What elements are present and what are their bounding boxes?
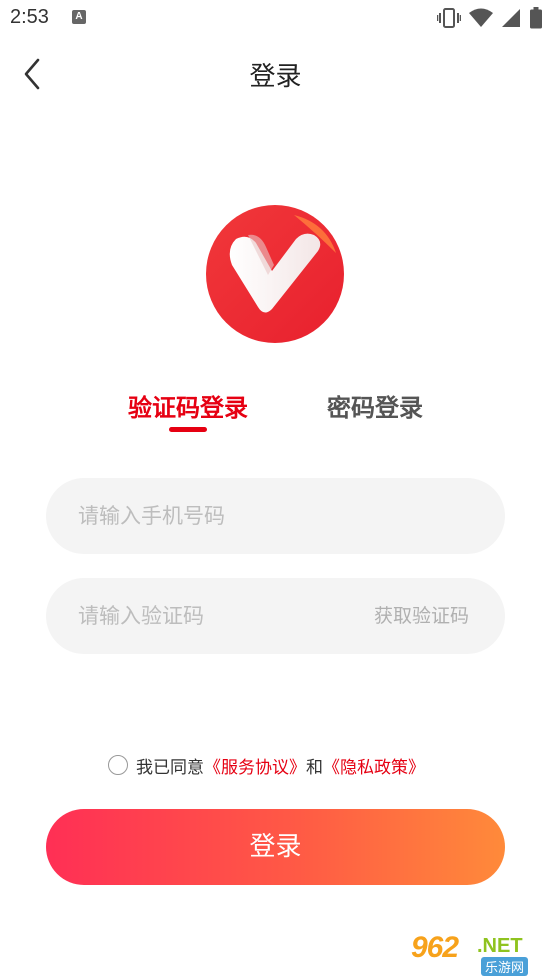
notification-icon: A: [72, 10, 86, 24]
signal-icon: [502, 9, 520, 27]
watermark-suffix: .NET: [477, 935, 523, 957]
watermark-number: 962: [411, 931, 459, 964]
agreement-prefix: 我已同意: [136, 757, 204, 778]
phone-field: [46, 478, 505, 554]
agreement-row: 我已同意 《服务协议》 和 《隐私政策》: [108, 752, 425, 778]
code-input[interactable]: [78, 578, 348, 654]
wifi-icon: [469, 8, 493, 27]
app-logo: [206, 205, 344, 343]
status-time: 2:53: [10, 6, 49, 28]
login-screen: 2:53 A 登录 验证码登录 密码登录 请输入手机号码 请输入验证码 获取验证…: [0, 0, 551, 979]
status-bar: 2:53 A: [0, 0, 551, 36]
watermark-logo: 962 .NET 乐游网: [405, 931, 545, 976]
privacy-policy-link[interactable]: 《隐私政策》: [323, 753, 425, 778]
get-code-button[interactable]: 获取验证码: [374, 578, 469, 654]
login-button[interactable]: 登录: [46, 809, 505, 885]
tab-sms-login[interactable]: 验证码登录: [128, 388, 248, 423]
header: 登录: [0, 40, 551, 110]
status-icons: [437, 6, 543, 30]
agree-checkbox[interactable]: [108, 755, 128, 775]
watermark-cn: 乐游网: [481, 957, 529, 976]
vibrate-icon: [437, 8, 461, 28]
tab-password-login[interactable]: 密码登录: [327, 388, 423, 423]
phone-input[interactable]: [78, 478, 478, 554]
battery-icon: [530, 7, 542, 29]
agreement-and: 和: [306, 757, 323, 778]
tab-active-indicator: [169, 427, 207, 432]
service-agreement-link[interactable]: 《服务协议》: [204, 753, 306, 778]
code-field: 获取验证码: [46, 578, 505, 654]
page-title: 登录: [249, 62, 302, 92]
